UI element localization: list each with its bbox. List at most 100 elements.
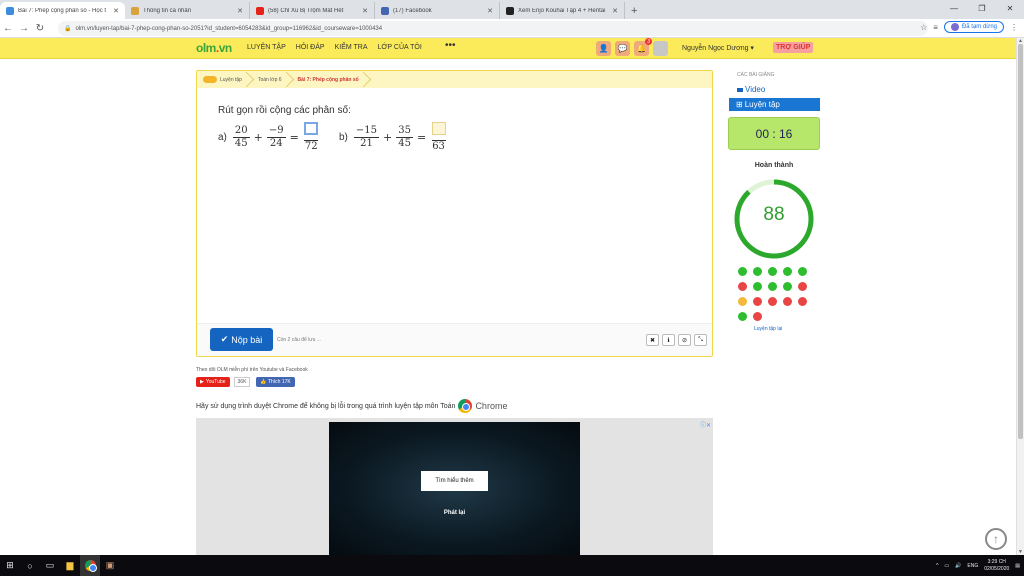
restore-icon[interactable]: ❐ xyxy=(968,0,996,17)
plus-box-icon: ⊞ xyxy=(736,100,743,109)
answer-input-b[interactable] xyxy=(431,122,446,135)
question-status-dot[interactable] xyxy=(783,282,792,291)
question-status-dot[interactable] xyxy=(753,312,762,321)
question-status-dot[interactable] xyxy=(738,312,747,321)
facebook-like-button[interactable]: 👍 Thích 17K xyxy=(256,377,295,387)
more-menu-icon[interactable]: ••• xyxy=(445,40,456,51)
advertisement: ⓘ✕ Tìm hiểu thêm Phát lại xyxy=(196,418,713,555)
language-indicator[interactable]: ENG xyxy=(967,563,978,569)
question-status-dot[interactable] xyxy=(798,297,807,306)
chat-icon[interactable]: 💬 xyxy=(615,41,630,56)
windows-start-icon[interactable]: ⊞ xyxy=(0,555,20,576)
play-icon: ▶ xyxy=(200,379,204,385)
help-button[interactable]: TRỢ GIÚP xyxy=(773,42,814,53)
browser-tab[interactable]: Bài 7: Phép cộng phân số - Học t ✕ xyxy=(0,2,125,19)
question-status-dot[interactable] xyxy=(738,267,747,276)
notification-badge: 3 xyxy=(645,38,652,45)
menu-lop-cua-toi[interactable]: LỚP CỦA TÔI xyxy=(378,44,422,51)
volume-icon[interactable]: 🔊 xyxy=(955,563,961,569)
part-a-label: a) xyxy=(218,132,227,143)
video-link[interactable]: Video xyxy=(737,85,765,94)
windows-taskbar: ⊞ ○ ▭ ▆ ▣ ^ ▭ 🔊 ENG 3:29 CH 02/05/2020 ▤ xyxy=(0,555,1024,576)
address-bar[interactable]: 🔒 olm.vn/luyen-tap/bai-7-phep-cong-phan-… xyxy=(58,21,928,36)
tab-favicon-icon xyxy=(6,6,14,15)
breadcrumb-luyen-tap[interactable]: Luyện tập xyxy=(197,71,252,88)
avatar[interactable] xyxy=(653,41,668,56)
menu-luyen-tap[interactable]: LUYỆN TẬP xyxy=(247,44,286,51)
browser-tab[interactable]: Xem Enjo Kouhai Tập 4 + Hentai ✕ xyxy=(500,2,625,19)
browser-tab[interactable]: Thông tin cá nhân ✕ xyxy=(125,2,250,19)
system-clock[interactable]: 3:29 CH 02/05/2020 xyxy=(984,559,1009,573)
practice-again-link[interactable]: Luyện tập lại xyxy=(754,326,782,332)
learn-more-button[interactable]: Tìm hiểu thêm xyxy=(421,471,488,491)
question-status-dot[interactable] xyxy=(798,282,807,291)
fraction: −15 21 xyxy=(353,125,380,149)
browser-tab[interactable]: (17) Facebook ✕ xyxy=(375,2,500,19)
question-status-dot[interactable] xyxy=(768,297,777,306)
question-status-dot[interactable] xyxy=(753,267,762,276)
question-status-dot[interactable] xyxy=(738,282,747,291)
browser-tab[interactable]: (58) Chỉ Xu Bị Trộm Mất Hết ✕ xyxy=(250,2,375,19)
tab-title: (17) Facebook xyxy=(393,7,432,14)
page-scrollbar[interactable]: ▲ ▼ xyxy=(1016,38,1024,555)
task-view-icon[interactable]: ▭ xyxy=(40,555,60,576)
question-status-dot[interactable] xyxy=(753,282,762,291)
minimize-icon[interactable]: — xyxy=(940,0,968,17)
olm-logo[interactable]: olm.vn xyxy=(196,41,232,55)
equals-sign: = xyxy=(289,131,299,144)
question-status-dot[interactable] xyxy=(798,267,807,276)
tray-chevron-icon[interactable]: ^ xyxy=(936,563,938,569)
user-name-dropdown[interactable]: Nguyễn Ngọc Dương ▾ xyxy=(682,44,754,52)
ad-close-icon[interactable]: ⓘ✕ xyxy=(700,420,711,429)
tab-close-icon[interactable]: ✕ xyxy=(612,7,618,15)
browser-menu-icon[interactable]: ⋮ xyxy=(1010,23,1018,32)
chrome-taskbar-icon[interactable] xyxy=(80,555,100,576)
tab-favicon-icon xyxy=(381,6,389,15)
reload-icon[interactable]: ↻ xyxy=(32,23,48,34)
main-menu: LUYỆN TẬP HỎI ĐÁP KIỂM TRA LỚP CỦA TÔI xyxy=(247,44,422,51)
tab-close-icon[interactable]: ✕ xyxy=(362,7,368,15)
replay-button[interactable]: Phát lại xyxy=(329,510,580,516)
question-status-dot[interactable] xyxy=(783,297,792,306)
question-status-dot[interactable] xyxy=(768,282,777,291)
submit-button[interactable]: ✔ Nộp bài xyxy=(210,328,273,351)
plus-sign: + xyxy=(253,131,263,144)
forward-icon[interactable]: → xyxy=(16,23,32,34)
tab-close-icon[interactable]: ✕ xyxy=(237,7,243,15)
friends-icon[interactable]: 👤 xyxy=(596,41,611,56)
tab-close-icon[interactable]: ✕ xyxy=(487,7,493,15)
menu-kiem-tra[interactable]: KIỂM TRA xyxy=(335,44,368,51)
file-explorer-icon[interactable]: ▆ xyxy=(60,555,80,576)
clear-icon[interactable]: ✖ xyxy=(646,334,659,346)
question-status-dot[interactable] xyxy=(768,267,777,276)
reading-list-icon[interactable]: ≡ xyxy=(933,23,938,32)
scroll-top-button[interactable]: ↑ xyxy=(985,528,1007,550)
question-status-dot[interactable] xyxy=(783,267,792,276)
fullscreen-icon[interactable]: ⤡ xyxy=(694,334,707,346)
question-status-dot[interactable] xyxy=(738,297,747,306)
timer: 00 : 16 xyxy=(728,117,820,150)
question-status-dot[interactable] xyxy=(753,297,762,306)
close-window-icon[interactable]: ✕ xyxy=(996,0,1024,17)
answer-input-a[interactable] xyxy=(304,122,319,135)
menu-hoi-dap[interactable]: HỎI ĐÁP xyxy=(296,44,325,51)
profile-sync-button[interactable]: Đã tạm dừng xyxy=(943,21,1004,33)
new-tab-button[interactable]: + xyxy=(631,2,637,19)
breadcrumb: Luyện tập Toán lớp 6 Bài 7: Phép cộng ph… xyxy=(197,71,712,88)
notification-icon[interactable]: 🔔 3 xyxy=(634,38,652,56)
block-icon[interactable]: ⊘ xyxy=(678,334,691,346)
action-center-icon[interactable]: ▤ xyxy=(1015,563,1020,569)
breadcrumb-toan-lop-6[interactable]: Toán lớp 6 xyxy=(252,71,292,88)
equals-sign: = xyxy=(416,131,427,144)
network-icon[interactable]: ▭ xyxy=(944,563,949,569)
bookmark-star-icon[interactable]: ☆ xyxy=(920,23,927,32)
info-icon[interactable]: ℹ xyxy=(662,334,675,346)
search-icon[interactable]: ○ xyxy=(20,555,40,576)
scrollbar-thumb[interactable] xyxy=(1018,44,1023,439)
archive-app-icon[interactable]: ▣ xyxy=(100,555,120,576)
back-icon[interactable]: ← xyxy=(0,23,16,34)
practice-link-active[interactable]: ⊞ Luyện tập xyxy=(729,98,820,111)
youtube-button[interactable]: ▶ YouTube xyxy=(196,377,230,387)
tab-close-icon[interactable]: ✕ xyxy=(113,7,119,15)
ad-video[interactable]: Tìm hiểu thêm Phát lại xyxy=(329,422,580,555)
